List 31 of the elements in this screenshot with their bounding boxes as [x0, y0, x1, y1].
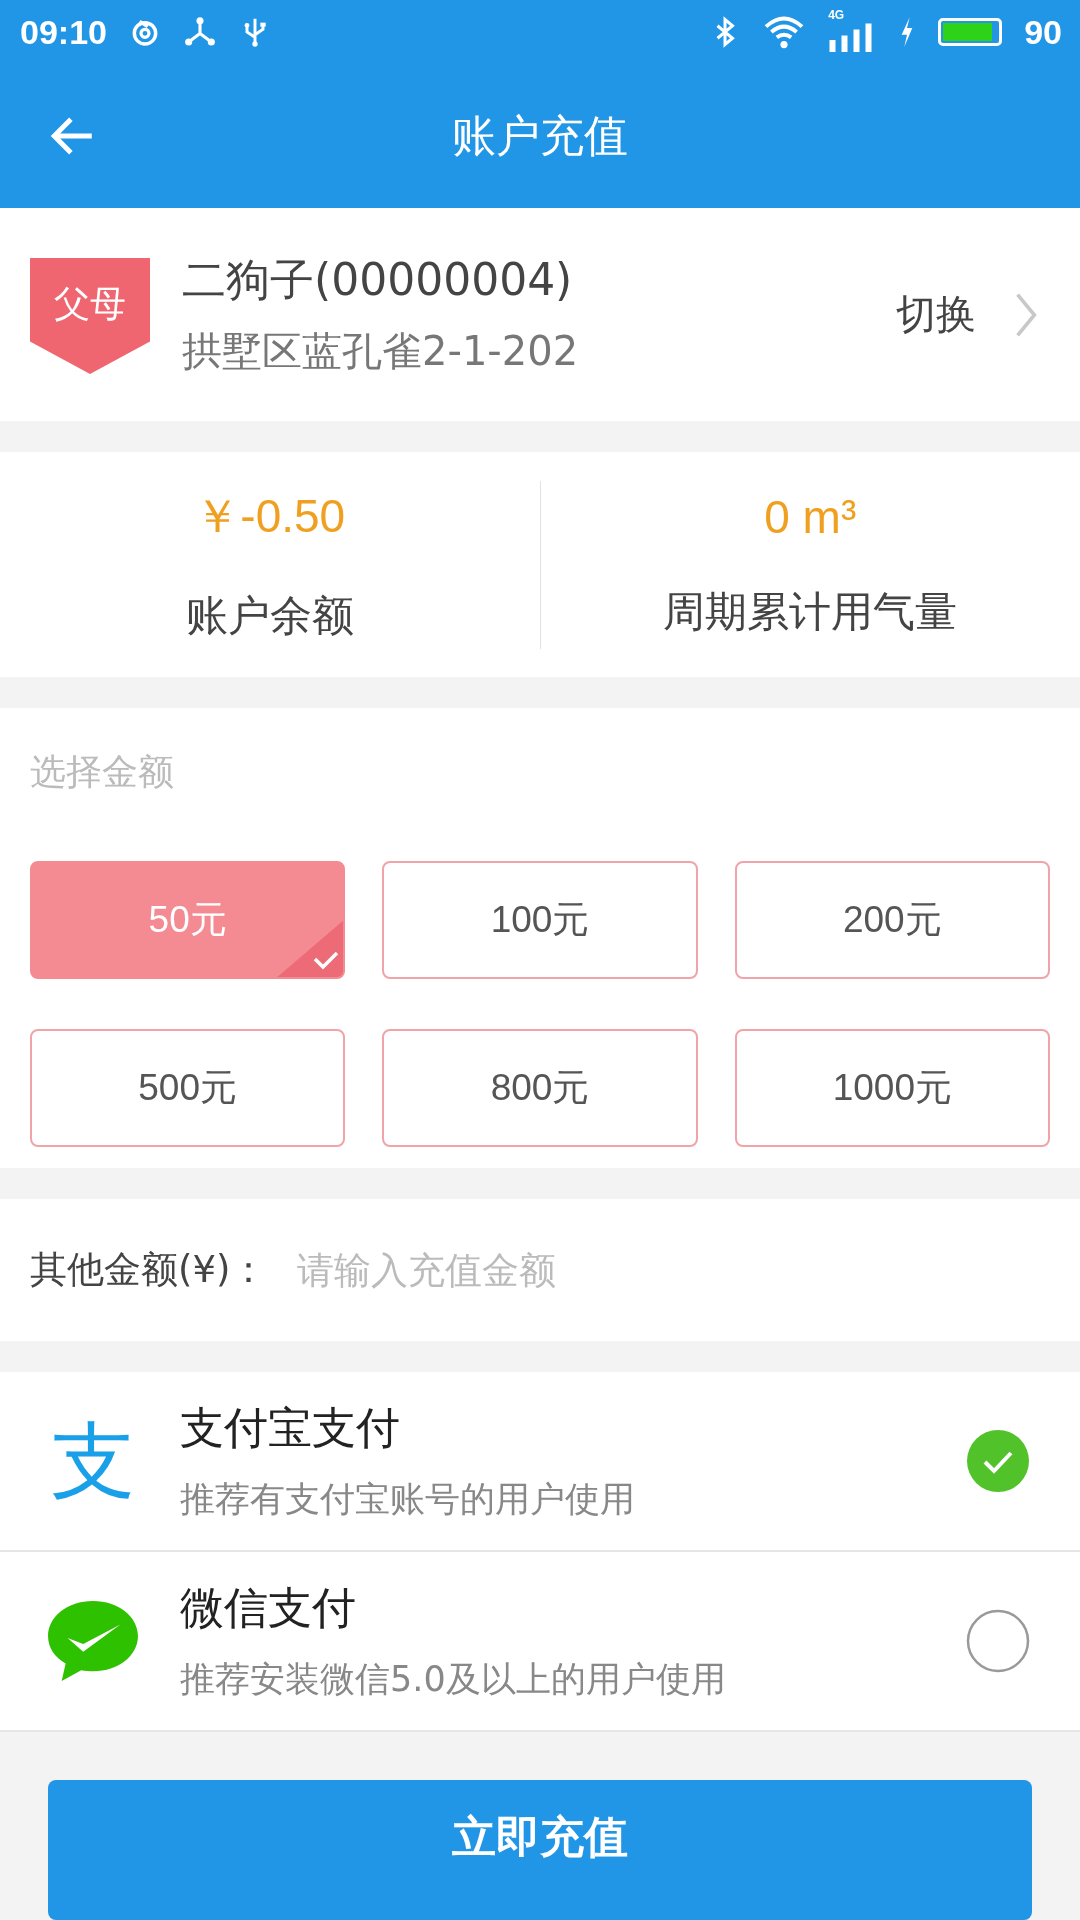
account-card[interactable]: 父母 二狗子(00000004) 拱墅区蓝孔雀2-1-202 切换	[0, 208, 1080, 422]
other-amount-label: 其他金额(¥)：	[30, 1247, 268, 1294]
payment-title: 微信支付	[180, 1581, 357, 1635]
alipay-icon: 支	[44, 1419, 142, 1503]
page-title: 账户充值	[451, 108, 629, 163]
payment-description: 推荐安装微信5.0及以上的用户使用	[180, 1658, 727, 1701]
amount-option[interactable]: 200元	[734, 861, 1050, 980]
switch-link[interactable]: 切换	[896, 287, 976, 343]
payment-option[interactable]: 支 支付宝支付 推荐有支付宝账号的用户使用	[0, 1372, 1080, 1552]
payment-option[interactable]: 微信支付 推荐安装微信5.0及以上的用户使用	[0, 1552, 1080, 1732]
account-address: 拱墅区蓝孔雀2-1-202	[182, 326, 580, 376]
radio-checked-icon[interactable]	[966, 1429, 1030, 1493]
stat-value: ￥-0.50	[194, 488, 346, 544]
section-title: 选择金额	[30, 750, 175, 795]
payment-title: 支付宝支付	[180, 1401, 401, 1455]
amount-option[interactable]: 1000元	[734, 1029, 1050, 1148]
battery-icon	[938, 18, 1003, 47]
amount-option[interactable]: 100元	[382, 861, 698, 980]
payment-description: 推荐有支付宝账号的用户使用	[180, 1478, 636, 1521]
account-name: 二狗子(00000004)	[182, 252, 574, 307]
radio-unchecked-icon[interactable]	[966, 1609, 1030, 1673]
amount-input[interactable]: 请输入充值金额	[295, 1247, 1050, 1293]
status-time: 09:10	[20, 12, 107, 52]
stat-label: 账户余额	[185, 589, 354, 642]
amount-option[interactable]: 500元	[30, 1029, 346, 1148]
role-badge: 父母	[30, 258, 150, 375]
stat-label: 周期累计用气量	[663, 585, 958, 638]
battery-percent: 90	[1024, 12, 1062, 52]
amount-option[interactable]: 800元	[382, 1029, 698, 1148]
check-icon	[275, 919, 344, 978]
stat-value: 0 m³	[764, 489, 857, 544]
